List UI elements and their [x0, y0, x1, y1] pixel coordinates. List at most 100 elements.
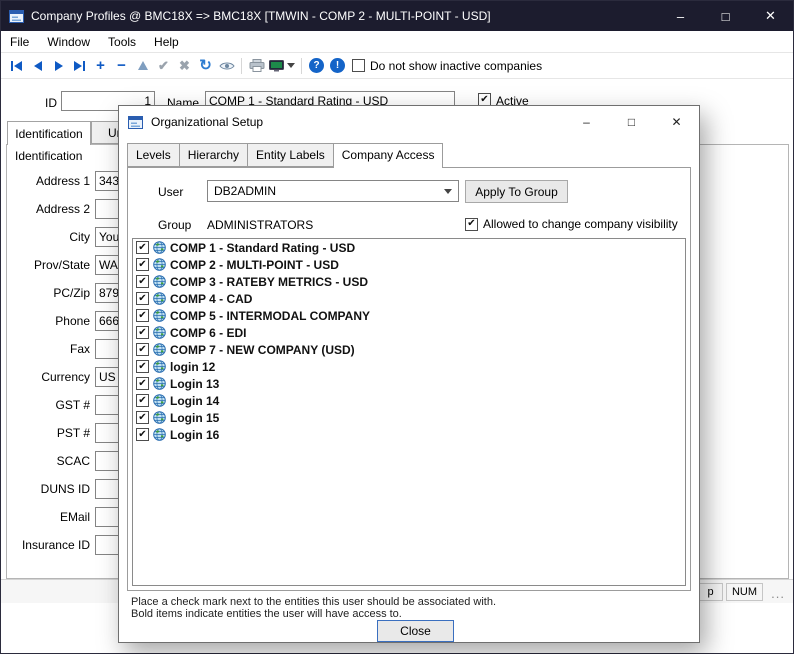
- globe-icon: [153, 428, 166, 441]
- entity-row[interactable]: COMP 5 - INTERMODAL COMPANY: [133, 307, 685, 324]
- entity-row[interactable]: Login 15: [133, 409, 685, 426]
- menu-file[interactable]: File: [1, 35, 38, 49]
- entity-label: COMP 3 - RATEBY METRICS - USD: [170, 275, 368, 289]
- entity-checkbox[interactable]: [136, 377, 149, 390]
- inactive-companies-checkbox[interactable]: [352, 59, 365, 72]
- refresh-icon[interactable]: ↻: [195, 56, 216, 76]
- organizational-setup-dialog: Organizational Setup – □ ✕ Levels Hierar…: [118, 105, 700, 643]
- user-combobox-value: DB2ADMIN: [214, 184, 276, 198]
- dialog-close-button[interactable]: ✕: [654, 107, 699, 137]
- menu-help[interactable]: Help: [145, 35, 188, 49]
- field-label: GST #: [7, 398, 90, 412]
- globe-icon: [153, 275, 166, 288]
- menu-bar: File Window Tools Help: [1, 31, 793, 53]
- globe-icon: [153, 411, 166, 424]
- entity-checkbox[interactable]: [136, 309, 149, 322]
- entity-checkbox[interactable]: [136, 428, 149, 441]
- toolbar-separator: [241, 58, 242, 74]
- entity-row[interactable]: Login 13: [133, 375, 685, 392]
- field-label: PC/Zip: [7, 286, 90, 300]
- footer-instruction-line2: Bold items indicate entities the user wi…: [131, 608, 402, 620]
- apply-to-group-button[interactable]: Apply To Group: [465, 180, 568, 203]
- entity-checkbox[interactable]: [136, 394, 149, 407]
- entity-checkbox[interactable]: [136, 292, 149, 305]
- entity-label: COMP 1 - Standard Rating - USD: [170, 241, 355, 255]
- entity-checkbox[interactable]: [136, 326, 149, 339]
- company-access-panel: User DB2ADMIN Apply To Group Group ADMIN…: [127, 167, 691, 591]
- entity-label: COMP 7 - NEW COMPANY (USD): [170, 343, 355, 357]
- app-icon: [9, 10, 24, 23]
- entity-label: COMP 2 - MULTI-POINT - USD: [170, 258, 339, 272]
- menu-tools[interactable]: Tools: [99, 35, 145, 49]
- dialog-title: Organizational Setup: [151, 115, 263, 129]
- field-label: Insurance ID: [7, 538, 90, 552]
- dialog-maximize-button[interactable]: □: [609, 107, 654, 137]
- menu-window[interactable]: Window: [38, 35, 99, 49]
- dialog-titlebar[interactable]: Organizational Setup – □ ✕: [119, 106, 699, 138]
- previous-record-icon[interactable]: [27, 56, 48, 76]
- entity-checkbox[interactable]: [136, 275, 149, 288]
- user-label: User: [158, 185, 183, 199]
- toolbar: + − ✔ ✖ ↻ ? ! Do not show inactive compa…: [1, 53, 793, 79]
- last-record-icon[interactable]: [69, 56, 90, 76]
- tab-entity-labels[interactable]: Entity Labels: [247, 143, 334, 167]
- tab-hierarchy[interactable]: Hierarchy: [179, 143, 248, 167]
- field-label: Currency: [7, 370, 90, 384]
- dialog-minimize-button[interactable]: –: [564, 107, 609, 137]
- status-pane-p: p: [698, 583, 723, 601]
- visibility-checkbox[interactable]: [465, 218, 478, 231]
- entity-checkbox[interactable]: [136, 360, 149, 373]
- entity-checkbox[interactable]: [136, 241, 149, 254]
- view-icon[interactable]: [216, 56, 237, 76]
- user-combobox[interactable]: DB2ADMIN: [207, 180, 459, 202]
- dialog-window-controls: – □ ✕: [564, 107, 699, 137]
- tab-levels[interactable]: Levels: [127, 143, 180, 167]
- resize-grip-icon[interactable]: ...: [771, 586, 785, 601]
- entity-label: login 12: [170, 360, 215, 374]
- toolbar-separator: [301, 58, 302, 74]
- accept-icon[interactable]: ✔: [153, 56, 174, 76]
- field-label: Prov/State: [7, 258, 90, 272]
- cancel-icon[interactable]: ✖: [174, 56, 195, 76]
- entity-checkbox[interactable]: [136, 343, 149, 356]
- entity-row[interactable]: login 12: [133, 358, 685, 375]
- collapse-icon[interactable]: [132, 56, 153, 76]
- entity-row[interactable]: COMP 7 - NEW COMPANY (USD): [133, 341, 685, 358]
- entity-label: COMP 4 - CAD: [170, 292, 252, 306]
- delete-icon[interactable]: −: [111, 56, 132, 76]
- tab-company-access[interactable]: Company Access: [333, 143, 444, 168]
- entity-label: Login 15: [170, 411, 219, 425]
- first-record-icon[interactable]: [6, 56, 27, 76]
- next-record-icon[interactable]: [48, 56, 69, 76]
- about-icon[interactable]: !: [327, 56, 348, 76]
- field-label: Address 2: [7, 202, 90, 216]
- globe-icon: [153, 258, 166, 271]
- status-pane-num: NUM: [726, 583, 763, 601]
- window-title: Company Profiles @ BMC18X => BMC18X [TMW…: [31, 9, 491, 23]
- entity-row[interactable]: COMP 2 - MULTI-POINT - USD: [133, 256, 685, 273]
- tab-identification[interactable]: Identification: [7, 121, 91, 145]
- entity-label: Login 16: [170, 428, 219, 442]
- window-titlebar[interactable]: Company Profiles @ BMC18X => BMC18X [TMW…: [1, 1, 793, 31]
- entity-row[interactable]: Login 14: [133, 392, 685, 409]
- entity-row[interactable]: Login 16: [133, 426, 685, 443]
- entity-row[interactable]: COMP 1 - Standard Rating - USD: [133, 239, 685, 256]
- minimize-button[interactable]: –: [658, 1, 703, 31]
- entity-row[interactable]: COMP 6 - EDI: [133, 324, 685, 341]
- print-icon[interactable]: [246, 56, 267, 76]
- entity-checkbox[interactable]: [136, 411, 149, 424]
- entity-label: Login 13: [170, 377, 219, 391]
- entity-row[interactable]: COMP 4 - CAD: [133, 290, 685, 307]
- close-dialog-button[interactable]: Close: [377, 620, 454, 642]
- entity-label: COMP 5 - INTERMODAL COMPANY: [170, 309, 370, 323]
- monitor-icon[interactable]: [267, 56, 297, 76]
- field-label: City: [7, 230, 90, 244]
- maximize-button[interactable]: □: [703, 1, 748, 31]
- entity-label: COMP 6 - EDI: [170, 326, 246, 340]
- help-icon[interactable]: ?: [306, 56, 327, 76]
- entity-checkbox[interactable]: [136, 258, 149, 271]
- close-button[interactable]: ✕: [748, 1, 793, 31]
- entity-row[interactable]: COMP 3 - RATEBY METRICS - USD: [133, 273, 685, 290]
- add-icon[interactable]: +: [90, 56, 111, 76]
- dropdown-icon[interactable]: [287, 63, 295, 68]
